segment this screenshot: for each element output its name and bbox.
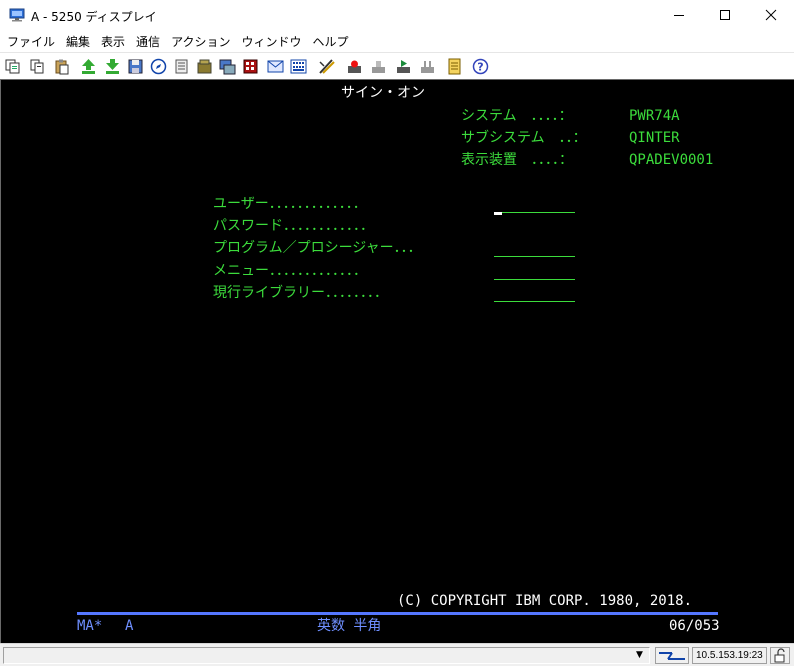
menu-window[interactable]: ウィンドウ — [237, 33, 305, 50]
close-button[interactable] — [748, 0, 794, 30]
menu-edit[interactable]: 編集 — [62, 33, 94, 50]
copy-append-icon — [30, 59, 44, 74]
transfer-button[interactable] — [219, 58, 236, 75]
navigator-button[interactable] — [150, 58, 167, 75]
oia-input-mode: 英数 半角 — [317, 618, 382, 634]
save-button[interactable] — [127, 58, 144, 75]
record-macro-button[interactable] — [395, 58, 412, 75]
copyright-text: (C) COPYRIGHT IBM CORP. 1980, 2018. — [397, 593, 693, 609]
system-value: PWR74A — [629, 108, 680, 124]
menu-bar: ファイル 編集 表示 通信 アクション ウィンドウ ヘルプ — [0, 31, 794, 51]
mail-button[interactable] — [267, 58, 284, 75]
title-bar: A - 5250 ディスプレイ — [0, 0, 794, 31]
oia-session-id: A — [125, 618, 134, 634]
edit-button[interactable] — [318, 58, 335, 75]
edit-icon — [319, 59, 335, 74]
oia-session: MA* — [77, 618, 103, 634]
terminal-screen[interactable]: サイン・オン システム ．．．．： PWR74A サブシステム ．．： QINT… — [0, 79, 794, 643]
notes-icon — [448, 58, 461, 75]
close-icon — [765, 9, 777, 21]
window-title: A - 5250 ディスプレイ — [31, 10, 157, 24]
copy-append-button[interactable] — [29, 58, 46, 75]
pause-icon — [421, 61, 434, 73]
send-icon — [82, 59, 95, 74]
copy-button[interactable] — [4, 58, 21, 75]
library-label: 現行ライブラリー．．．．．．．． — [213, 285, 388, 301]
help-button[interactable]: ? — [472, 58, 489, 75]
package-icon — [197, 59, 212, 74]
package-button[interactable] — [196, 58, 213, 75]
connection-indicator — [655, 647, 689, 664]
menu-input[interactable] — [494, 279, 575, 280]
note-icon — [175, 59, 188, 74]
system-label: システム ．．．．： — [461, 108, 573, 124]
minimize-icon — [674, 15, 684, 16]
macro-icon — [243, 59, 258, 74]
unlock-icon — [774, 648, 785, 663]
monitor-icon — [9, 8, 25, 22]
subsystem-label: サブシステム ．．： — [461, 130, 587, 146]
svg-text:?: ? — [477, 61, 483, 74]
lock-indicator — [770, 647, 790, 664]
program-label: プログラム／プロシージャー．．． — [213, 240, 422, 256]
note-button[interactable] — [173, 58, 190, 75]
mail-icon — [267, 60, 284, 73]
ip-address: 10.5.153.19:23 — [692, 647, 767, 664]
screen-title: サイン・オン — [341, 85, 425, 101]
text-cursor — [494, 212, 502, 215]
navigator-icon — [150, 58, 167, 75]
macro-button[interactable] — [242, 58, 259, 75]
subsystem-value: QINTER — [629, 130, 680, 146]
play-icon — [348, 60, 361, 73]
record-icon — [397, 60, 410, 73]
menu-communication[interactable]: 通信 — [132, 33, 164, 50]
stop-macro-button[interactable] — [370, 58, 387, 75]
password-input[interactable] — [494, 220, 575, 234]
network-icon — [659, 652, 685, 660]
chevron-down-icon[interactable]: ▼ — [636, 650, 643, 660]
notes-button[interactable] — [446, 58, 463, 75]
paste-icon — [55, 59, 69, 75]
menu-view[interactable]: 表示 — [97, 33, 129, 50]
minimize-button[interactable] — [656, 0, 702, 30]
user-input[interactable] — [494, 212, 575, 213]
menu-actions[interactable]: アクション — [167, 33, 234, 50]
program-input[interactable] — [494, 256, 575, 257]
transfer-icon — [219, 59, 236, 75]
receive-button[interactable] — [104, 58, 121, 75]
oia-separator — [77, 612, 718, 615]
toolbar: ? — [0, 52, 794, 79]
play-macro-button[interactable] — [346, 58, 363, 75]
menu-file[interactable]: ファイル — [3, 33, 59, 50]
menu-help[interactable]: ヘルプ — [308, 33, 352, 50]
stop-icon — [372, 61, 385, 73]
user-label: ユーザー．．．．．．．．．．．．． — [213, 196, 367, 212]
receive-icon — [106, 59, 119, 74]
help-icon: ? — [472, 58, 489, 75]
send-button[interactable] — [80, 58, 97, 75]
library-input[interactable] — [494, 301, 575, 302]
keypad-button[interactable] — [290, 58, 307, 75]
menu-label: メニュー．．．．．．．．．．．．． — [213, 263, 367, 279]
maximize-icon — [720, 10, 730, 20]
paste-button[interactable] — [53, 58, 70, 75]
save-icon — [128, 59, 143, 74]
device-value: QPADEV0001 — [629, 152, 714, 168]
pause-macro-button[interactable] — [419, 58, 436, 75]
password-label: パスワード．．．．．．．．．．．． — [213, 218, 374, 234]
keypad-icon — [290, 59, 307, 74]
device-label: 表示装置 ．．．．： — [461, 152, 573, 168]
maximize-button[interactable] — [702, 0, 748, 30]
oia-cursor-position: 06/053 — [669, 618, 720, 634]
status-bar: ▼ 10.5.153.19:23 — [0, 643, 794, 666]
copy-icon — [5, 59, 20, 74]
status-message-field — [3, 647, 650, 664]
